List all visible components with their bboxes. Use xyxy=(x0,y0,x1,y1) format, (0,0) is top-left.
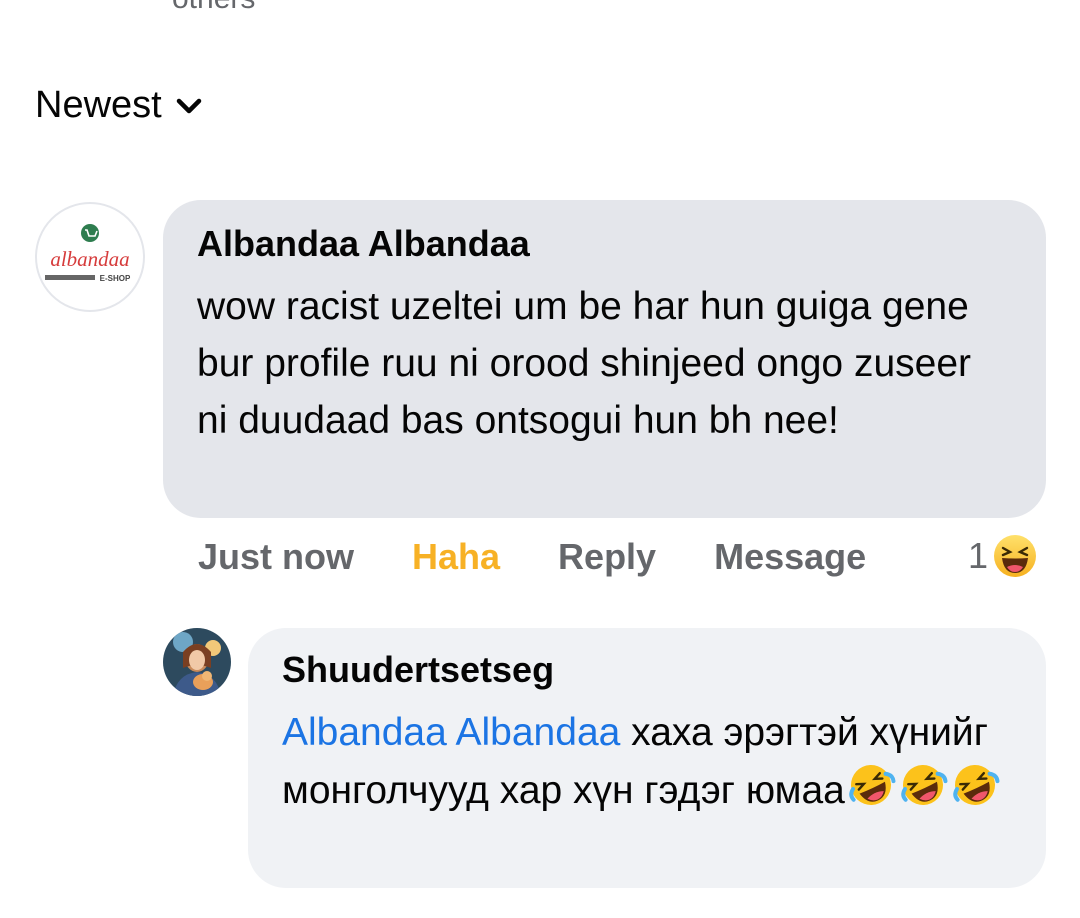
svg-text:E-SHOP: E-SHOP xyxy=(100,274,131,283)
haha-emoji-icon xyxy=(994,535,1037,577)
rolling-on-floor-laughing-icon xyxy=(849,765,896,805)
reaction-button[interactable]: Haha xyxy=(412,536,500,578)
profile-photo-icon xyxy=(163,628,231,696)
sort-label: Newest xyxy=(35,84,162,126)
reaction-count: 1 xyxy=(968,535,989,576)
albandaa-logo-icon: albandaa E-SHOP xyxy=(45,224,131,283)
reply-text: Albandaa Albandaa хаха эрэгтэй хүнийг мо… xyxy=(282,704,1002,819)
reply-button[interactable]: Reply xyxy=(558,536,656,578)
comment-bubble[interactable]: Albandaa Albandaa wow racist uzeltei um … xyxy=(163,200,1046,518)
reply-bubble[interactable]: Shuudertsetseg Albandaa Albandaa хаха эр… xyxy=(248,628,1046,888)
mention-link[interactable]: Albandaa Albandaa xyxy=(282,711,620,754)
reply-avatar[interactable] xyxy=(163,628,231,696)
rolling-on-floor-laughing-icon xyxy=(901,765,948,805)
previous-item-clipped-text: others xyxy=(172,0,255,16)
comment-timestamp[interactable]: Just now xyxy=(198,536,354,578)
chevron-down-icon xyxy=(176,98,201,113)
comment-author[interactable]: Albandaa Albandaa xyxy=(197,222,1012,266)
reaction-summary[interactable]: 1 xyxy=(968,533,1038,579)
comment-text: wow racist uzeltei um be har hun guiga g… xyxy=(197,285,972,442)
reply-author[interactable]: Shuudertsetseg xyxy=(282,648,1012,692)
svg-text:albandaa: albandaa xyxy=(50,247,129,271)
message-button[interactable]: Message xyxy=(714,536,866,578)
rolling-on-floor-laughing-icon xyxy=(953,765,1000,805)
emoji-group xyxy=(845,765,1001,812)
comment-actions: Just now Haha Reply Message xyxy=(198,536,924,578)
avatar[interactable]: albandaa E-SHOP xyxy=(35,202,145,312)
sort-dropdown[interactable]: Newest xyxy=(35,84,202,127)
